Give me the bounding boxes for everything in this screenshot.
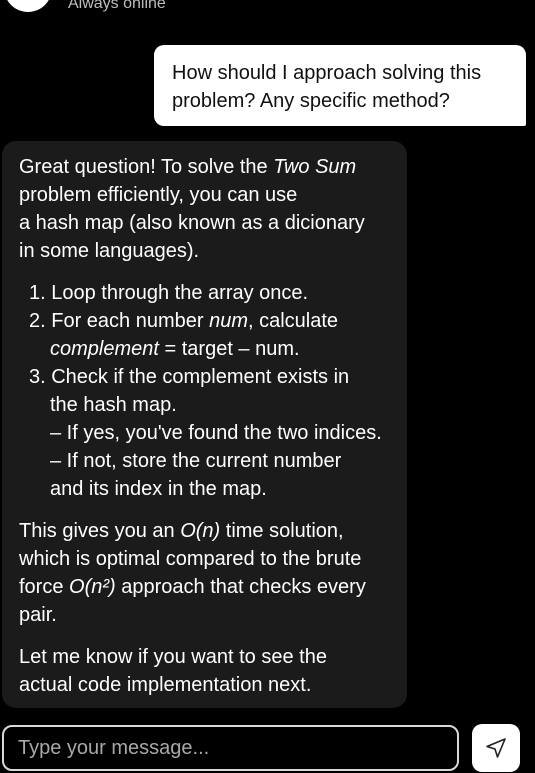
list-item-3-sub-no: – If not, store the current number: [50, 450, 342, 472]
text-span: This gives you an: [19, 520, 181, 542]
message-line: actual code implementation next.: [19, 674, 312, 696]
message-line: Great question! To solve the Two Sum: [19, 153, 395, 181]
online-status: Always online: [68, 0, 166, 12]
text-span: = target – num.: [158, 338, 300, 360]
message-line: a hash map (also known as a dicionary: [19, 212, 365, 234]
message-line: This gives you an O(n) time solution,: [19, 517, 395, 545]
emphasis-text: O(n²): [69, 576, 116, 598]
text-span: , calculate: [248, 310, 339, 332]
message-line: Let me know if you want to see the: [19, 646, 327, 668]
emphasis-text: Two Sum: [273, 156, 357, 178]
avatar: [4, 0, 52, 12]
text-span: time solution,: [220, 520, 344, 542]
send-icon: [486, 738, 506, 758]
text-span: force: [19, 576, 70, 598]
message-line: which is optimal compared to the brute: [19, 548, 362, 570]
user-message-line: How should I approach solving this: [172, 62, 482, 84]
assistant-message-bubble: Great question! To solve the Two Sum pro…: [2, 141, 407, 708]
message-line: pair.: [19, 604, 57, 626]
message-input[interactable]: [2, 725, 459, 771]
message-line: problem efficiently, you can use: [19, 184, 298, 206]
text-span: approach that checks every: [115, 576, 366, 598]
emphasis-text: complement: [50, 338, 159, 360]
chat-screen: Always online How should I approach solv…: [0, 0, 535, 773]
list-item-3-continuation: the hash map.: [50, 394, 177, 416]
emphasis-text: O(n): [180, 520, 221, 542]
message-line: force O(n²) approach that checks every: [19, 573, 395, 601]
text-span: Great question! To solve the: [19, 156, 274, 178]
emphasis-text: num: [209, 310, 248, 332]
list-item-3-sub-no-continuation: and its index in the map.: [50, 478, 267, 500]
message-line: in some languages).: [19, 240, 200, 262]
send-button[interactable]: [472, 724, 520, 772]
user-message-bubble: How should I approach solving this probl…: [154, 45, 526, 126]
list-item-1: 1. Loop through the array once.: [29, 282, 309, 304]
list-item-2-continuation: complement = target – num.: [19, 335, 395, 363]
text-span: 2. For each number: [29, 310, 210, 332]
list-item-3-sub-yes: – If yes, you've found the two indices.: [50, 422, 382, 444]
list-item-2: 2. For each number num, calculate: [19, 307, 395, 335]
user-message-line: problem? Any specific method?: [172, 90, 450, 112]
list-item-3: 3. Check if the complement exists in: [29, 366, 350, 388]
